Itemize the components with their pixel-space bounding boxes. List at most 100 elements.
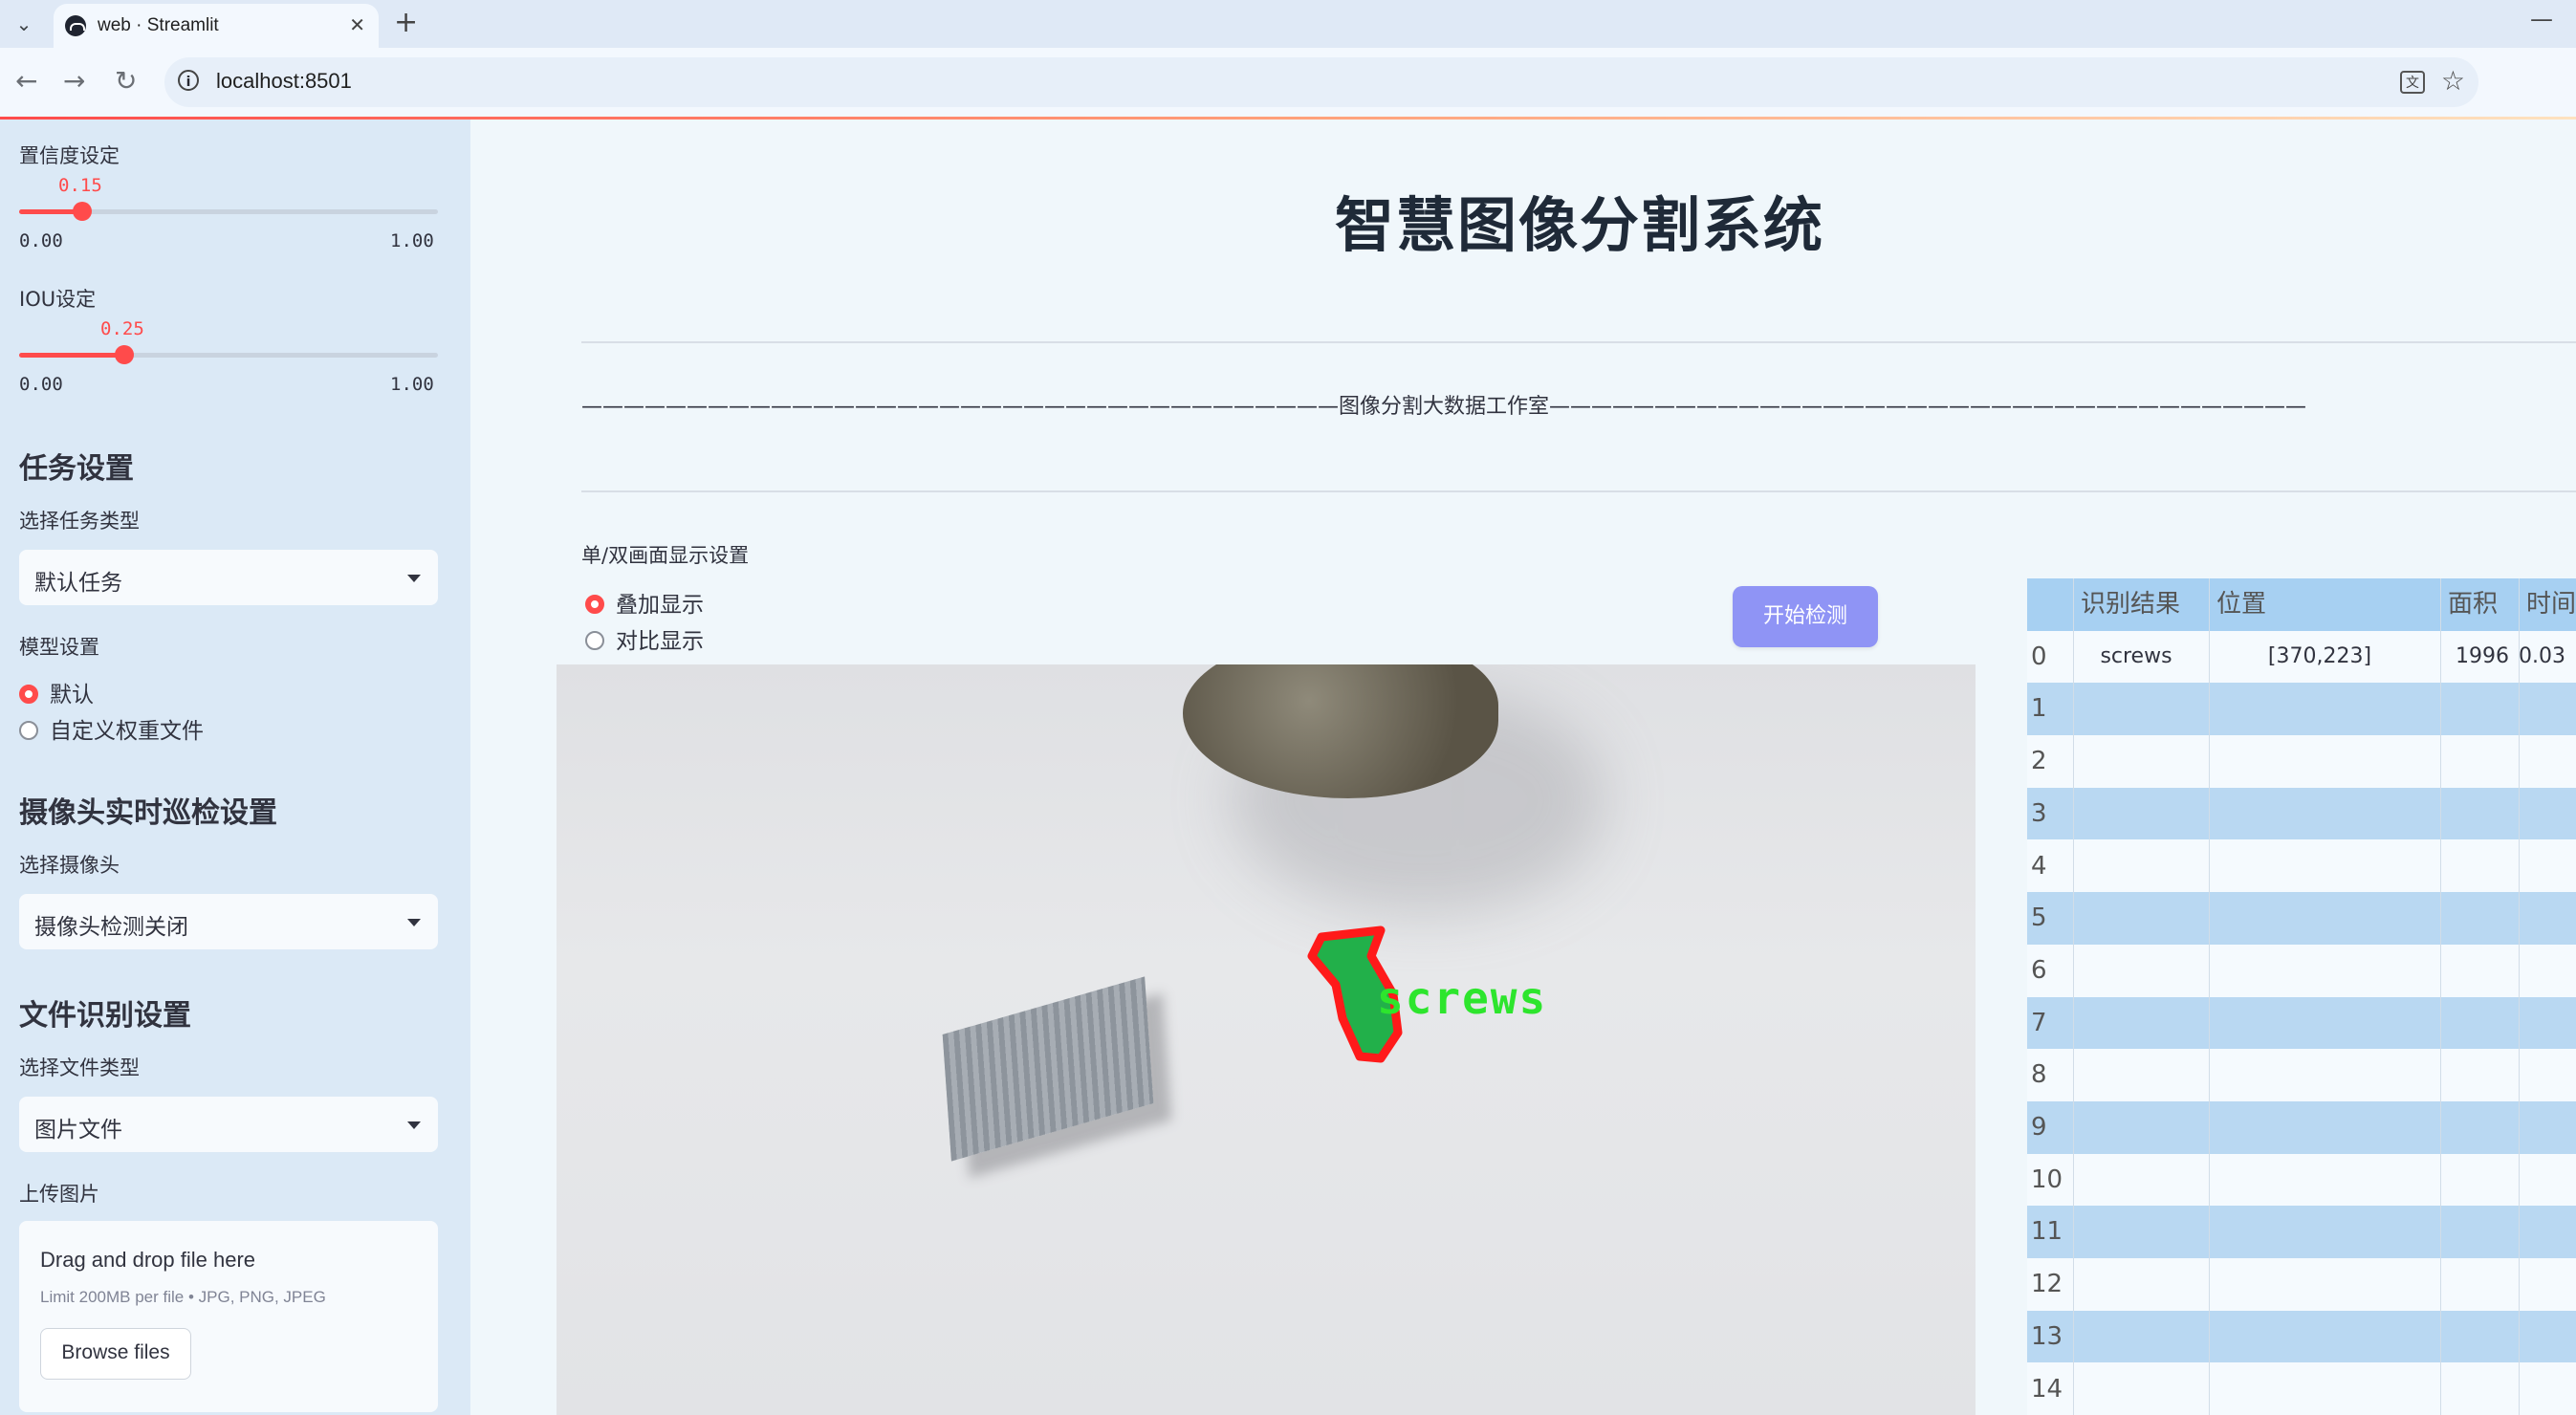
table-cell[interactable] [2209, 1258, 2431, 1311]
back-icon[interactable]: ← [15, 65, 37, 98]
table-cell[interactable] [2519, 1258, 2576, 1311]
table-row[interactable]: 5 [2027, 892, 2576, 945]
table-cell[interactable] [2440, 945, 2509, 997]
table-cell[interactable] [2440, 1258, 2509, 1311]
table-row[interactable]: 13 [2027, 1310, 2576, 1363]
radio-unselected-icon[interactable] [19, 721, 38, 740]
table-cell[interactable] [2440, 1154, 2509, 1207]
table-cell[interactable] [2073, 1049, 2199, 1101]
confidence-slider[interactable] [19, 202, 438, 221]
table-cell[interactable] [2073, 1311, 2199, 1363]
table-cell[interactable] [2209, 997, 2431, 1050]
table-cell[interactable] [2209, 1049, 2431, 1101]
table-cell[interactable] [2209, 1154, 2431, 1207]
table-cell[interactable] [2209, 840, 2431, 893]
table-row[interactable]: 7 [2027, 996, 2576, 1050]
table-cell[interactable] [2519, 1206, 2576, 1258]
table-cell[interactable] [2073, 1258, 2199, 1311]
radio-selected-icon[interactable] [585, 595, 604, 614]
table-row[interactable]: 4 [2027, 840, 2576, 893]
table-cell[interactable] [2519, 1154, 2576, 1207]
table-cell[interactable] [2440, 997, 2509, 1050]
tab-list-dropdown-icon[interactable]: ⌄ [8, 10, 40, 38]
table-cell[interactable] [2440, 1311, 2509, 1363]
table-cell[interactable] [2209, 1311, 2431, 1363]
translate-icon[interactable]: 文 [2400, 71, 2425, 94]
table-cell[interactable]: [370,223] [2209, 631, 2431, 684]
site-info-icon[interactable]: i [178, 70, 199, 91]
table-row[interactable]: 6 [2027, 945, 2576, 997]
forward-icon[interactable]: → [63, 65, 85, 98]
table-row[interactable]: 3 [2027, 787, 2576, 840]
reload-icon[interactable]: ↻ [115, 65, 137, 98]
file-type-select[interactable]: 图片文件 [19, 1097, 438, 1152]
table-cell[interactable] [2440, 1363, 2509, 1415]
column-header[interactable]: 面积 [2448, 578, 2519, 631]
table-cell[interactable] [2073, 1154, 2199, 1207]
table-cell[interactable] [2519, 997, 2576, 1050]
new-tab-icon[interactable]: + [394, 8, 418, 38]
table-cell[interactable] [2440, 1101, 2509, 1154]
table-cell[interactable] [2073, 735, 2199, 788]
table-cell[interactable] [2209, 683, 2431, 735]
table-cell[interactable] [2073, 1101, 2199, 1154]
table-cell[interactable] [2519, 1363, 2576, 1415]
url-text[interactable]: localhost:8501 [216, 69, 352, 94]
model-radio-default[interactable]: 默认 [19, 676, 94, 708]
iou-slider[interactable] [19, 345, 438, 364]
table-cell[interactable] [2519, 1311, 2576, 1363]
table-cell[interactable] [2519, 683, 2576, 735]
table-cell[interactable] [2073, 840, 2199, 893]
table-cell[interactable] [2519, 892, 2576, 945]
confidence-slider-thumb[interactable] [72, 202, 92, 221]
table-row[interactable]: 11 [2027, 1206, 2576, 1259]
table-row[interactable]: 2 [2027, 735, 2576, 788]
table-row[interactable]: 0 screws [370,223] 1996 0.03 [2027, 631, 2576, 684]
table-row[interactable]: 14 [2027, 1363, 2576, 1415]
address-bar[interactable]: i localhost:8501 文 ☆ [164, 57, 2478, 107]
table-cell[interactable] [2073, 997, 2199, 1050]
table-row[interactable]: 8 [2027, 1049, 2576, 1101]
table-cell[interactable] [2073, 892, 2199, 945]
table-cell[interactable] [2519, 945, 2576, 997]
model-radio-custom[interactable]: 自定义权重文件 [19, 712, 204, 745]
table-cell[interactable] [2209, 1206, 2431, 1258]
table-cell[interactable] [2440, 1049, 2509, 1101]
display-radio-overlay[interactable]: 叠加显示 [585, 586, 704, 619]
browser-tab[interactable]: web · Streamlit ✕ [54, 4, 379, 48]
column-header[interactable]: 时间 [2526, 578, 2576, 631]
table-row[interactable]: 9 [2027, 1101, 2576, 1154]
table-cell[interactable] [2519, 735, 2576, 788]
table-cell[interactable] [2209, 892, 2431, 945]
table-cell[interactable]: 0.03 [2519, 631, 2576, 684]
start-detection-button[interactable]: 开始检测 [1733, 586, 1878, 647]
table-cell[interactable] [2209, 1363, 2431, 1415]
column-header[interactable]: 位置 [2216, 578, 2440, 631]
table-cell[interactable] [2519, 1101, 2576, 1154]
bookmark-star-icon[interactable]: ☆ [2441, 65, 2465, 97]
table-cell[interactable] [2440, 683, 2509, 735]
table-cell[interactable] [2440, 840, 2509, 893]
table-row[interactable]: 1 [2027, 683, 2576, 736]
table-cell[interactable] [2440, 735, 2509, 788]
table-row[interactable]: 12 [2027, 1258, 2576, 1311]
table-cell[interactable]: screws [2073, 631, 2199, 684]
table-cell[interactable] [2073, 788, 2199, 840]
table-cell[interactable] [2209, 788, 2431, 840]
table-cell[interactable] [2209, 735, 2431, 788]
table-cell[interactable] [2440, 892, 2509, 945]
table-cell[interactable] [2073, 945, 2199, 997]
task-type-select[interactable]: 默认任务 [19, 550, 438, 605]
table-cell[interactable] [2209, 1101, 2431, 1154]
column-header[interactable]: 识别结果 [2081, 578, 2209, 631]
table-cell[interactable] [2440, 1206, 2509, 1258]
table-cell[interactable] [2440, 788, 2509, 840]
camera-select[interactable]: 摄像头检测关闭 [19, 894, 438, 949]
browse-files-button[interactable]: Browse files [40, 1328, 191, 1380]
table-row[interactable]: 10 [2027, 1154, 2576, 1207]
table-cell[interactable] [2073, 1206, 2199, 1258]
table-cell[interactable] [2519, 788, 2576, 840]
display-radio-compare[interactable]: 对比显示 [585, 622, 704, 655]
close-tab-icon[interactable]: ✕ [349, 13, 365, 36]
table-cell[interactable] [2209, 945, 2431, 997]
